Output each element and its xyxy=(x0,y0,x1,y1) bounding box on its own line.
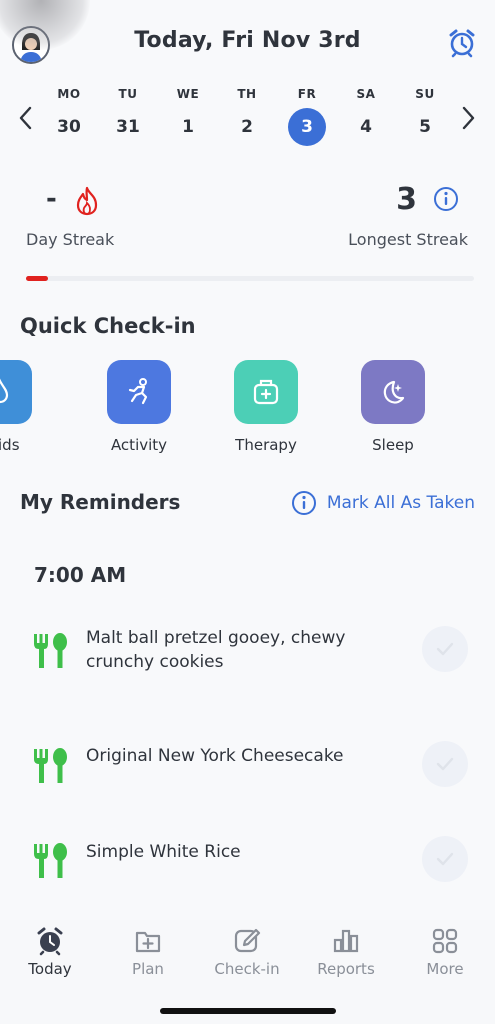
day-thursday[interactable]: TH 2 xyxy=(227,84,267,146)
day-abbr: TH xyxy=(237,87,257,101)
quick-checkin-label: Therapy xyxy=(235,436,297,454)
alarm-clock-icon[interactable] xyxy=(447,28,477,58)
quick-checkin-therapy[interactable]: Therapy xyxy=(216,360,316,454)
day-abbr: TU xyxy=(118,87,138,101)
week-strip: MO 30 TU 31 WE 1 TH 2 FR 3 SA 4 SU 5 xyxy=(0,84,495,146)
flame-icon xyxy=(74,186,100,216)
day-monday[interactable]: MO 30 xyxy=(49,84,89,146)
fork-spoon-icon xyxy=(32,632,68,670)
quick-checkin-fluids[interactable]: ids xyxy=(0,360,50,454)
plan-icon xyxy=(135,931,161,953)
reminder-item-name: Original New York Cheesecake xyxy=(86,746,344,766)
streak-progress-fill xyxy=(26,276,49,281)
streak-progress-bar xyxy=(26,276,474,281)
grid-icon xyxy=(432,928,458,954)
quick-checkin-sleep[interactable]: Sleep xyxy=(343,360,443,454)
previous-week-icon[interactable] xyxy=(16,106,36,130)
info-icon[interactable] xyxy=(291,490,317,516)
longest-streak-label: Longest Streak xyxy=(348,230,468,249)
tab-today[interactable]: Today xyxy=(5,926,95,978)
quick-checkin-activity[interactable]: Activity xyxy=(89,360,189,454)
tab-more[interactable]: More xyxy=(400,926,490,978)
day-abbr: SU xyxy=(415,87,435,101)
check-icon[interactable] xyxy=(422,836,468,882)
next-week-icon[interactable] xyxy=(458,106,478,130)
mark-all-label: Mark All As Taken xyxy=(326,493,475,513)
tab-label: Today xyxy=(28,960,72,978)
therapy-icon xyxy=(234,360,298,424)
day-abbr: FR xyxy=(297,87,317,101)
tab-label: Check-in xyxy=(214,960,280,978)
day-streak-label: Day Streak xyxy=(26,230,115,249)
tab-label: Reports xyxy=(317,960,375,978)
today-screen: Today, Fri Nov 3rd MO 30 TU 31 WE 1 TH 2 xyxy=(0,0,495,1024)
fork-spoon-icon xyxy=(32,747,68,785)
page-title: Today, Fri Nov 3rd xyxy=(134,28,361,53)
longest-streak-value: 3 xyxy=(396,182,417,217)
tab-reports[interactable]: Reports xyxy=(301,926,391,978)
check-icon[interactable] xyxy=(422,626,468,672)
tab-check-in[interactable]: Check-in xyxy=(202,926,292,978)
day-wednesday[interactable]: WE 1 xyxy=(168,84,208,146)
quick-checkin-title: Quick Check-in xyxy=(20,314,196,338)
fork-spoon-icon xyxy=(32,842,68,880)
day-saturday[interactable]: SA 4 xyxy=(346,84,386,146)
quick-checkin-label: Sleep xyxy=(372,436,414,454)
sleep-icon xyxy=(361,360,425,424)
reminder-item-name: Malt ball pretzel gooey, chewy crunchy c… xyxy=(86,628,346,672)
my-reminders-title: My Reminders xyxy=(20,490,181,514)
tab-plan[interactable]: Plan xyxy=(103,926,193,978)
fluids-icon xyxy=(0,360,32,424)
day-number: 5 xyxy=(419,117,431,137)
day-number: 4 xyxy=(360,117,372,137)
activity-icon xyxy=(107,360,171,424)
alarm-clock-icon xyxy=(37,927,63,956)
day-streak-value: - xyxy=(46,184,57,214)
day-number: 2 xyxy=(241,117,253,137)
info-icon[interactable] xyxy=(433,186,459,212)
day-number: 1 xyxy=(182,117,194,137)
day-friday[interactable]: FR 3 xyxy=(287,84,327,146)
day-abbr: MO xyxy=(57,87,81,101)
day-number: 31 xyxy=(116,117,140,137)
edit-icon xyxy=(234,928,261,953)
day-number-selected: 3 xyxy=(288,108,326,146)
day-tuesday[interactable]: TU 31 xyxy=(108,84,148,146)
tab-label: More xyxy=(426,960,464,978)
chart-icon xyxy=(333,929,359,953)
reminder-item-name: Simple White Rice xyxy=(86,842,241,862)
quick-checkin-label: Activity xyxy=(110,436,168,454)
mark-all-as-taken-button[interactable]: Mark All As Taken xyxy=(291,490,475,516)
reminder-time: 7:00 AM xyxy=(34,563,127,587)
day-number: 30 xyxy=(57,117,81,137)
tab-label: Plan xyxy=(132,960,164,978)
day-sunday[interactable]: SU 5 xyxy=(405,84,445,146)
home-indicator xyxy=(160,1008,336,1014)
quick-checkin-label: ids xyxy=(0,436,20,454)
day-abbr: WE xyxy=(176,87,200,101)
day-abbr: SA xyxy=(356,87,376,101)
check-icon[interactable] xyxy=(422,741,468,787)
